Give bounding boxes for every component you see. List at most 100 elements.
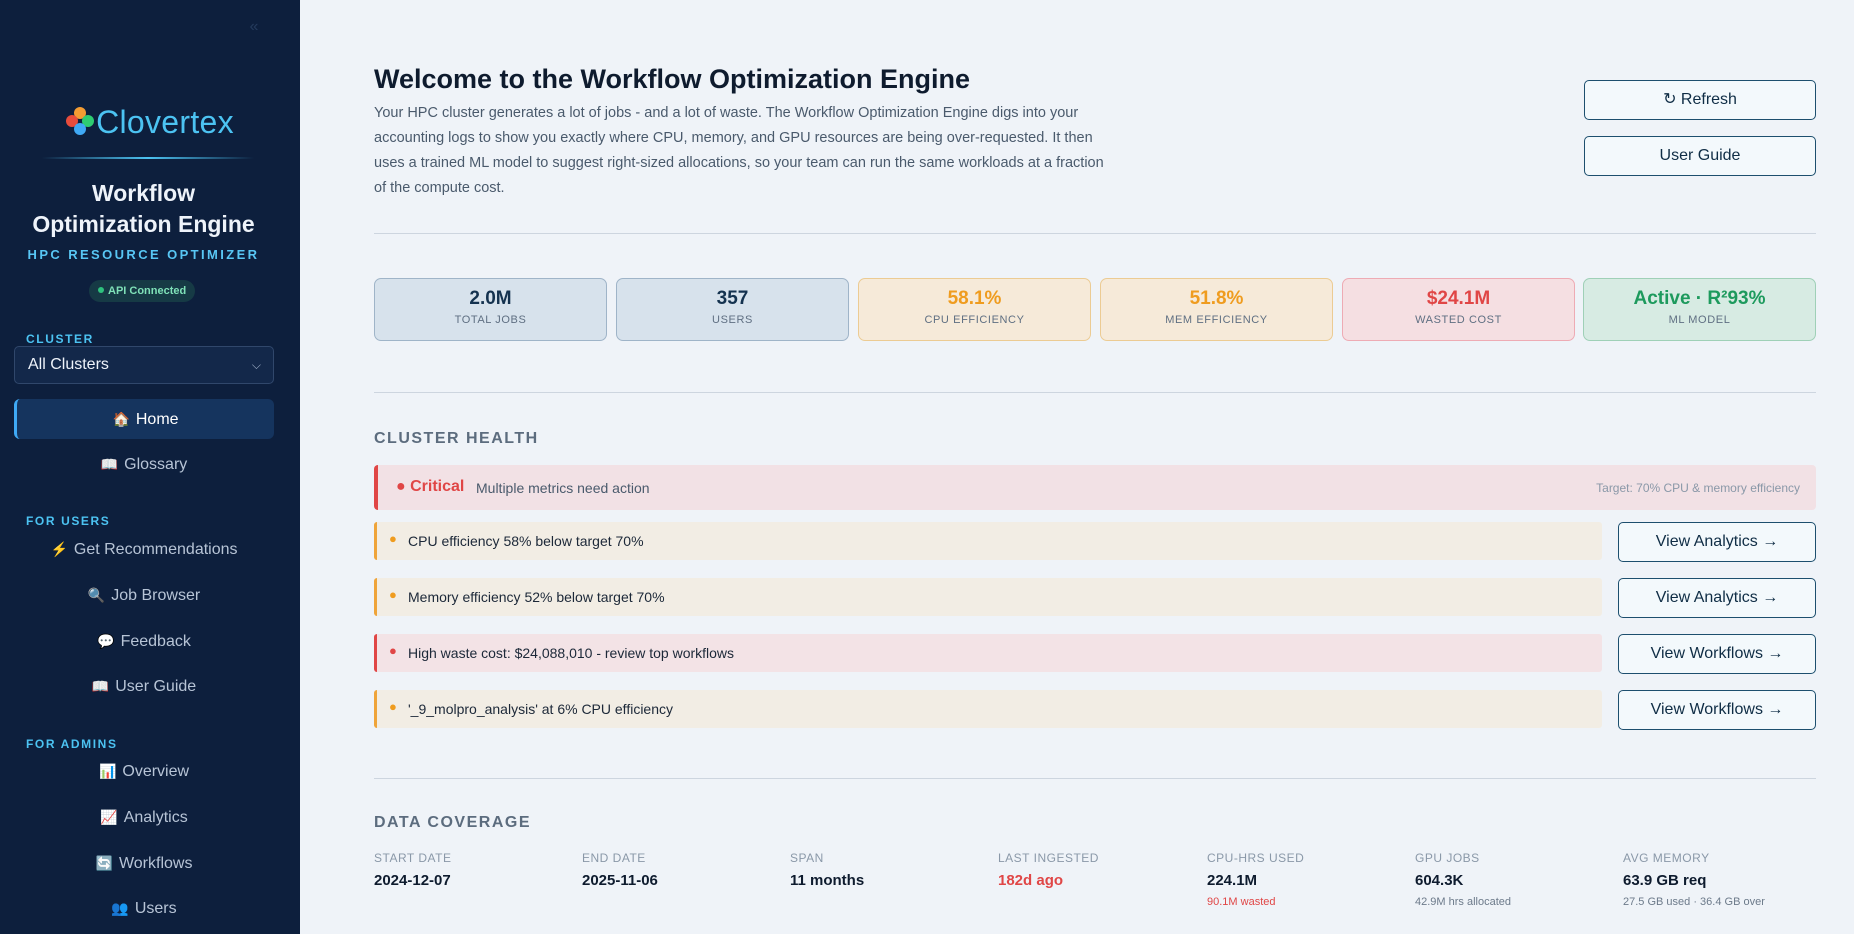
trend-chart-icon: 📈 [100,809,118,825]
coverage-label: END DATE [582,851,646,865]
health-issue: ● Memory efficiency 52% below target 70% [374,578,1602,616]
logo-divider [42,157,254,159]
warning-dot-icon: ● [389,699,397,714]
app-title-line1: Workflow [91,180,196,206]
app-title: Workflow Optimization Engine [0,178,287,240]
book-icon: 📖 [100,456,119,472]
intro-text: Your HPC cluster generates a lot of jobs… [374,105,1104,196]
nav-label: User Guide [115,678,197,695]
book-icon: 📖 [91,678,110,694]
coverage-value: 2025-11-06 [582,872,658,889]
bar-chart-icon: 📊 [98,763,117,779]
nav-label: Job Browser [111,587,201,604]
warning-dot-icon: ● [389,587,397,602]
health-issue: ● High waste cost: $24,088,010 - review … [374,634,1602,672]
issue-text: Memory efficiency 52% below target 70% [408,589,665,605]
collapse-sidebar-icon[interactable]: « [247,19,261,35]
nav-home-label: Home [135,411,179,428]
nav-label: Overview [122,763,190,780]
coverage-value: 2024-12-07 [374,872,451,889]
kpi-label: ML MODEL [1668,314,1731,326]
kpi-users: 357 USERS [616,278,849,341]
nav-workflows[interactable]: 🔄 Workflows [14,843,274,883]
nav-glossary-label: Glossary [124,456,188,473]
kpi-wasted-cost: $24.1M WASTED COST [1342,278,1575,341]
chevron-down-icon: ⌵ [251,358,261,372]
coverage-label: START DATE [374,851,452,865]
nav-overview[interactable]: 📊 Overview [14,751,274,791]
nav-analytics[interactable]: 📈 Analytics [14,797,274,837]
kpi-ml-model: Active · R²93% ML MODEL [1583,278,1816,341]
nav-user-guide[interactable]: 📖 User Guide [14,666,274,706]
nav-job-browser[interactable]: 🔍 Job Browser [14,575,274,615]
cluster-select-value: All Clusters [28,356,109,373]
issue-text: CPU efficiency 58% below target 70% [408,533,644,549]
nav-users[interactable]: 👥 Users [14,888,274,928]
page-title: Welcome to the Workflow Optimization Eng… [374,64,971,94]
api-status-label: API Connected [108,285,187,297]
kpi-label: USERS [712,314,753,326]
view-workflows-button[interactable]: View Workflows → [1618,634,1816,674]
status-dot-icon [98,287,104,293]
view-workflows-button[interactable]: View Workflows → [1618,690,1816,730]
coverage-label: GPU JOBS [1415,851,1480,865]
health-issue: ● '_9_molpro_analysis' at 6% CPU efficie… [374,690,1602,728]
coverage-value: 63.9 GB req [1623,872,1707,889]
kpi-value: 2.0M [469,288,512,309]
user-guide-button[interactable]: User Guide [1584,136,1816,176]
nav-label: Feedback [120,633,191,650]
kpi-mem-efficiency: 51.8% MEM EFFICIENCY [1100,278,1333,341]
nav-label: Users [134,900,177,917]
nav-label: Get Recommendations [73,541,238,558]
kpi-value: Active · R²93% [1633,288,1766,309]
clover-logo-icon [66,107,95,135]
cluster-select[interactable]: All Clusters ⌵ [14,346,274,384]
cluster-label: CLUSTER [26,332,94,346]
refresh-button[interactable]: ↻ Refresh [1584,80,1816,120]
coverage-label: AVG MEMORY [1623,851,1710,865]
kpi-value: 357 [716,288,749,309]
kpi-value: $24.1M [1426,288,1491,309]
kpi-value: 58.1% [947,288,1002,309]
critical-status-banner: ● Critical Multiple metrics need action … [374,465,1816,510]
kpi-total-jobs: 2.0M TOTAL JOBS [374,278,607,341]
nav-label: Analytics [123,809,188,826]
nav-glossary[interactable]: 📖 Glossary [14,444,274,484]
nav-home[interactable]: 🏠 Home [14,399,274,439]
coverage-value: 604.3K [1415,872,1464,889]
kpi-label: TOTAL JOBS [454,314,527,326]
warning-dot-icon: ● [389,531,397,546]
issue-text: '_9_molpro_analysis' at 6% CPU efficienc… [408,701,673,717]
nav-get-recommendations[interactable]: ⚡ Get Recommendations [14,529,274,569]
coverage-label: CPU-HRS USED [1207,851,1305,865]
kpi-label: WASTED COST [1415,314,1502,326]
kpi-label: MEM EFFICIENCY [1165,314,1268,326]
for-admins-label: FOR ADMINS [26,737,118,751]
critical-message: Multiple metrics need action [476,480,650,496]
coverage-sub: 90.1M wasted [1207,896,1276,908]
coverage-label: LAST INGESTED [998,851,1099,865]
coverage-sub: 42.9M hrs allocated [1415,896,1511,908]
health-issue: ● CPU efficiency 58% below target 70% [374,522,1602,560]
view-analytics-button[interactable]: View Analytics → [1618,522,1816,562]
target-note: Target: 70% CPU & memory efficiency [1596,481,1800,495]
search-icon: 🔍 [87,587,106,603]
sidebar: « Clovertex Workflow Optimization Engine… [0,0,300,934]
divider [374,778,1816,779]
divider [374,233,1816,234]
critical-status: ● Critical [396,478,465,495]
nav-feedback[interactable]: 💬 Feedback [14,621,274,661]
coverage-value: 11 months [790,872,865,889]
api-status-badge: API Connected [89,280,196,302]
kpi-value: 51.8% [1189,288,1244,309]
view-analytics-button[interactable]: View Analytics → [1618,578,1816,618]
kpi-cpu-efficiency: 58.1% CPU EFFICIENCY [858,278,1091,341]
speech-bubble-icon: 💬 [97,633,115,649]
nav-label: Workflows [118,855,193,872]
coverage-value: 224.1M [1207,872,1258,889]
refresh-cycle-icon: 🔄 [95,855,113,871]
critical-dot-icon: ● [389,643,397,658]
app-title-line2: Optimization Engine [32,211,255,237]
brand-name: Clovertex [96,104,234,140]
lightning-icon: ⚡ [50,541,68,557]
